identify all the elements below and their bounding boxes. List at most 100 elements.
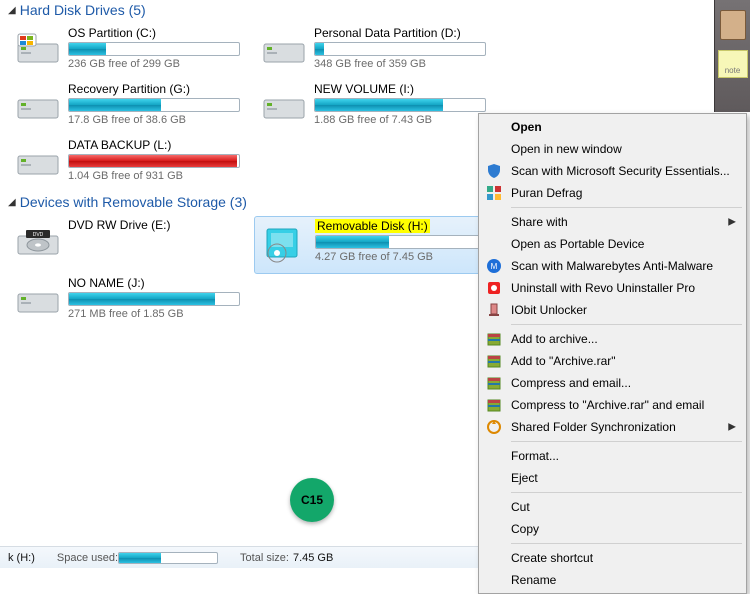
iobit-icon [486,302,502,318]
drive-name: DATA BACKUP (L:) [68,138,171,152]
menu-item-label: Compress and email... [511,376,631,390]
menu-item-label: Eject [511,471,538,485]
menu-item[interactable]: Shared Folder Synchronization ▶ [481,416,744,438]
drive-item[interactable]: Removable Disk (H:) 4.27 GB free of 7.45… [254,216,500,274]
archive-icon [486,397,502,413]
menu-item[interactable]: Add to archive... [481,328,744,350]
status-bar: k (H:) Space used: Total size: 7.45 GB [0,546,478,568]
svg-text:DVD: DVD [33,232,44,238]
drive-free-text: 4.27 GB free of 7.45 GB [315,249,495,263]
section-title: Devices with Removable Storage (3) [20,194,247,210]
desktop-photo-icon [720,10,746,40]
drive-item[interactable]: Recovery Partition (G:) 17.8 GB free of … [8,80,254,136]
menu-item-label: Shared Folder Synchronization [511,420,676,434]
status-total-label: Total size: [240,552,289,564]
menu-separator [511,207,742,208]
defrag-icon [486,185,502,201]
shield-icon [486,163,502,179]
drive-icon-wrap [260,26,308,74]
menu-item-label: Scan with Microsoft Security Essentials.… [511,164,730,178]
drive-name: NEW VOLUME (I:) [314,82,414,96]
menu-item[interactable]: Open as Portable Device [481,233,744,255]
menu-item-label: IObit Unlocker [511,303,587,317]
sticky-note-icon[interactable]: note [718,50,748,78]
drive-name: DVD RW Drive (E:) [68,218,170,232]
menu-item-label: Open [511,120,542,134]
status-total-value: 7.45 GB [293,552,333,564]
drive-item[interactable]: OS Partition (C:) 236 GB free of 299 GB [8,24,254,80]
menu-item[interactable]: Open in new window [481,138,744,160]
menu-item[interactable]: Puran Defrag [481,182,744,204]
drive-icon-wrap [14,276,62,324]
menu-item[interactable]: Create shortcut [481,547,744,569]
menu-item[interactable]: Compress to "Archive.rar" and email [481,394,744,416]
refresh-badge[interactable]: C15 [290,478,334,522]
status-space-used-label: Space used: [57,552,118,564]
menu-item-label: Uninstall with Revo Uninstaller Pro [511,281,695,295]
menu-separator [511,324,742,325]
drive-icon-wrap [260,82,308,130]
menu-item[interactable]: Rename [481,569,744,591]
menu-item[interactable]: Eject [481,467,744,489]
menu-item[interactable]: Cut [481,496,744,518]
menu-item-label: Open in new window [511,142,622,156]
menu-item-label: Format... [511,449,559,463]
context-menu[interactable]: Open Open in new window Scan with Micros… [478,113,747,594]
menu-item-label: Add to archive... [511,332,598,346]
drive-free-text: 1.88 GB free of 7.43 GB [314,112,496,126]
drive-icon-wrap [14,138,62,186]
menu-item[interactable]: Scan with Microsoft Security Essentials.… [481,160,744,182]
drive-icon-wrap [261,219,309,267]
menu-item-label: Add to "Archive.rar" [511,354,616,368]
menu-item[interactable]: Uninstall with Revo Uninstaller Pro [481,277,744,299]
menu-item[interactable]: IObit Unlocker [481,299,744,321]
drive-icon-wrap [14,82,62,130]
archive-icon [486,375,502,391]
drive-name: Personal Data Partition (D:) [314,26,461,40]
drive-icon-wrap: DVD [14,218,62,266]
menu-item[interactable]: M Scan with Malwarebytes Anti-Malware [481,255,744,277]
hard-drive-icon [262,30,306,70]
capacity-bar [68,292,240,306]
drive-name: Recovery Partition (G:) [68,82,190,96]
drive-item[interactable]: DVD DVD RW Drive (E:) [8,216,254,274]
submenu-arrow-icon: ▶ [728,422,736,433]
status-space-bar [118,552,218,564]
drive-icon-wrap [14,26,62,74]
drive-free-text: 236 GB free of 299 GB [68,56,250,70]
capacity-bar [315,235,487,249]
section-header-hdd[interactable]: ◢ Hard Disk Drives (5) [8,0,742,24]
menu-item[interactable]: Format... [481,445,744,467]
drive-free-text: 271 MB free of 1.85 GB [68,306,250,320]
menu-item-label: Open as Portable Device [511,237,644,251]
capacity-bar [68,98,240,112]
menu-item[interactable]: Open [481,116,744,138]
menu-item-label: Compress to "Archive.rar" and email [511,398,704,412]
menu-separator [511,492,742,493]
collapse-icon: ◢ [8,197,16,208]
menu-item-label: Share with [511,215,568,229]
capacity-bar [314,98,486,112]
drive-item[interactable]: DATA BACKUP (L:) 1.04 GB free of 931 GB [8,136,254,192]
drive-item[interactable]: NO NAME (J:) 271 MB free of 1.85 GB [8,274,254,330]
hard-drive-icon [262,86,306,126]
menu-item-label: Rename [511,573,556,587]
drive-free-text: 17.8 GB free of 38.6 GB [68,112,250,126]
menu-item-label: Cut [511,500,530,514]
section-title: Hard Disk Drives (5) [20,2,146,18]
drive-name: NO NAME (J:) [68,276,145,290]
drive-item[interactable]: NEW VOLUME (I:) 1.88 GB free of 7.43 GB [254,80,500,136]
menu-item-label: Copy [511,522,539,536]
menu-item[interactable]: Copy [481,518,744,540]
menu-item-label: Puran Defrag [511,186,582,200]
menu-separator [511,441,742,442]
archive-icon [486,353,502,369]
menu-item[interactable]: Share with ▶ [481,211,744,233]
capacity-bar [314,42,486,56]
menu-item[interactable]: Add to "Archive.rar" [481,350,744,372]
desktop-strip: note [714,0,750,112]
capacity-bar [68,42,240,56]
menu-item-label: Create shortcut [511,551,593,565]
menu-item[interactable]: Compress and email... [481,372,744,394]
drive-item[interactable]: Personal Data Partition (D:) 348 GB free… [254,24,500,80]
